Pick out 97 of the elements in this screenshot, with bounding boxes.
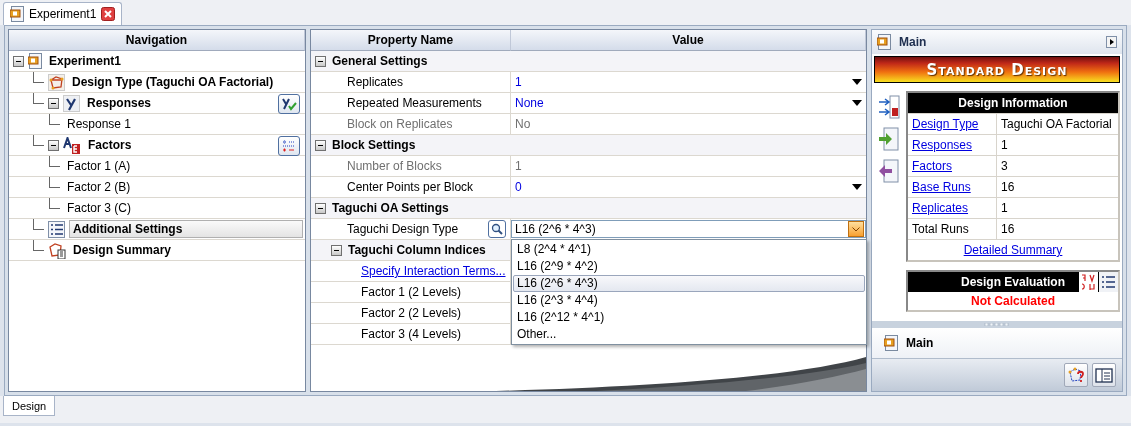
property-name: Center Points per Block [347,180,474,194]
banner: Standard Design [874,56,1120,83]
experiment-icon [28,53,42,69]
info-link[interactable]: Responses [912,138,973,152]
info-link[interactable]: Factors [912,159,952,173]
dropdown-option[interactable]: L16 (2^9 * 4^2) [513,258,865,275]
dropdown-option[interactable]: Other... [513,326,865,343]
tree-item[interactable]: Factor 1 (A) [64,158,134,174]
dropdown-arrow-icon[interactable] [852,184,862,190]
panel-menu-button[interactable] [1106,36,1117,48]
y-check-icon [281,97,297,111]
search-button[interactable] [488,220,506,238]
dropdown-arrow-icon[interactable] [852,79,862,85]
dropdown-option[interactable]: L16 (2^12 * 4^1) [513,309,865,326]
info-value: 3 [1001,159,1008,173]
dropdown-arrow-icon[interactable] [852,100,862,106]
design-type-combo[interactable]: L16 (2^6 * 4^3) [511,220,866,238]
property-value[interactable]: 0 [515,180,522,194]
transfer-icon[interactable] [878,95,900,119]
dropdown-option[interactable]: L8 (2^4 * 4^1) [513,241,865,258]
response-check-button[interactable] [278,94,300,114]
panel-title: Main [899,35,927,49]
property-name: Number of Blocks [347,159,442,173]
document-icon [10,6,24,22]
question-mark-icon [1067,366,1085,384]
document-tab[interactable]: Experiment1 [3,2,123,25]
info-link[interactable]: Design Type [912,117,979,131]
collapse-icon[interactable] [48,139,59,151]
tree-item[interactable]: Responses [84,95,155,111]
list-icon[interactable] [1099,272,1118,292]
info-label: Total Runs [912,222,969,236]
tree-item[interactable]: Factor 3 (C) [64,200,134,216]
dropdown-option[interactable]: L16 (2^3 * 4^4) [513,292,865,309]
info-link[interactable]: Replicates [912,201,969,215]
tree-item[interactable]: Design Summary [70,242,175,258]
info-value: 16 [1001,222,1015,236]
document-icon [884,335,898,351]
tree-item[interactable]: Factor 2 (B) [64,179,134,195]
collapse-icon[interactable] [315,55,326,67]
section-title: Taguchi OA Settings [332,201,449,215]
property-name: Factor 2 (2 Levels) [361,306,462,320]
property-name: Block on Replicates [347,117,453,131]
collapse-icon[interactable] [13,55,24,67]
view-tab[interactable]: Design [3,396,56,416]
document-icon [877,34,891,50]
chevron-down-icon [852,226,860,232]
info-value: 16 [1001,180,1015,194]
summary-icon [48,241,66,259]
section-title[interactable]: Main [906,336,934,350]
plus-minus-icon [281,139,297,153]
section-title: General Settings [332,54,428,68]
property-name: Factor 1 (2 Levels) [361,285,462,299]
info-value: 1 [1001,138,1008,152]
panel-layout-button[interactable] [1092,363,1116,387]
property-name: Repeated Measurements [347,96,482,110]
property-value: 1 [515,159,522,173]
property-value[interactable]: None [515,96,544,110]
detailed-summary-link[interactable]: Detailed Summary [963,243,1063,257]
tree-item[interactable]: Experiment1 [46,53,125,69]
table-title: Design Information [908,93,1118,113]
table-title: Design Evaluation [961,275,1065,289]
help-button[interactable] [1064,363,1088,387]
y-variable-icon [63,94,80,112]
property-value: No [515,117,531,131]
evaluation-status: Not Calculated [970,293,1056,310]
combo-arrow-button[interactable] [848,221,864,237]
column-header: Property Name [311,30,511,51]
info-link[interactable]: Base Runs [912,180,971,194]
interaction-terms-link[interactable]: Specify Interaction Terms... [361,264,506,278]
factor-letters-icon [63,136,81,154]
search-icon [491,223,503,235]
panel-layout-icon [1095,367,1113,383]
collapse-icon[interactable] [315,139,326,151]
column-header: Value [511,30,866,51]
subsection-title: Taguchi Column Indices [348,243,486,257]
property-name: Replicates [347,75,404,89]
list-icon [48,220,65,238]
tree-item[interactable]: Design Type (Taguchi OA Factorial) [69,74,277,90]
dropdown-option[interactable]: L16 (2^6 * 4^3) [513,275,865,292]
close-icon[interactable] [101,7,116,21]
tree-item[interactable]: Response 1 [64,116,135,132]
column-header: Navigation [9,30,305,51]
factor-table-button[interactable] [278,136,300,156]
tree-item[interactable]: Factors [85,137,135,153]
section-title: Block Settings [332,138,416,152]
info-value: 1 [1001,201,1008,215]
collapse-icon[interactable] [48,97,59,109]
export-icon[interactable] [878,159,900,183]
import-icon[interactable] [878,127,900,151]
info-value: Taguchi OA Factorial [1001,117,1112,131]
collapse-icon[interactable] [315,202,326,214]
property-name: Taguchi Design Type [347,222,459,236]
property-name: Factor 3 (4 Levels) [361,327,462,341]
collapse-icon[interactable] [331,244,342,256]
tree-item[interactable]: Additional Settings [69,220,303,238]
property-value[interactable]: 1 [515,75,522,89]
arrow-right-icon [1109,39,1114,45]
